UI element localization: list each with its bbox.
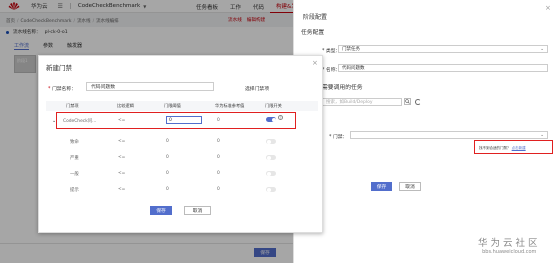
watermark-url: bbs.huaweicloud.com xyxy=(482,249,537,255)
col-threshold: 门限阈值 xyxy=(164,103,181,108)
gate-switch-toggle[interactable] xyxy=(266,117,276,122)
row-reference: 0 xyxy=(217,155,220,160)
row-logic: <= xyxy=(118,155,126,160)
row-logic: <= xyxy=(118,187,126,192)
threshold-input[interactable]: 0 xyxy=(166,116,202,124)
row-reference: 0 xyxy=(217,139,220,144)
chevron-down-icon: ⌄ xyxy=(540,47,544,52)
gate-name-value: 代码问题数 xyxy=(91,85,115,90)
dialog-cancel-button[interactable]: 取消 xyxy=(184,206,211,215)
gate-switch-toggle[interactable] xyxy=(266,187,276,192)
gate-label: * 门禁： xyxy=(329,135,348,140)
gate-switch-toggle[interactable] xyxy=(266,171,276,176)
dialog-title: 新建门禁 xyxy=(46,64,72,72)
panel-title: 阶段配置 xyxy=(303,14,328,21)
type-select[interactable]: 门禁任务 ⌄ xyxy=(338,45,548,53)
col-reference: 华为标准参考值 xyxy=(215,103,245,108)
row-gate-item: 严重 xyxy=(70,156,79,161)
row-threshold[interactable]: 0 xyxy=(166,187,169,192)
row-gate-item: 提示 xyxy=(70,188,79,193)
gate-name-input[interactable]: 代码问题数 xyxy=(86,82,214,91)
row-threshold[interactable]: 0 xyxy=(166,139,169,144)
gate-name-label: * 门禁名称： xyxy=(48,87,76,92)
panel-cancel-button[interactable]: 取消 xyxy=(399,182,421,191)
row-gate-item: 致命 xyxy=(70,140,79,145)
type-value: 门禁任务 xyxy=(342,47,360,52)
select-gate-items-link[interactable]: 选择门禁项 xyxy=(245,85,269,92)
highlight-frame xyxy=(474,140,553,154)
row-threshold[interactable]: 0 xyxy=(166,171,169,176)
col-switch: 门限开关 xyxy=(265,103,282,108)
col-gate-item: 门禁项 xyxy=(66,103,79,108)
task-search-input[interactable]: 搜索，如Build/Deploy xyxy=(322,98,402,106)
row-reference: 0 xyxy=(217,118,220,123)
panel-save-button[interactable]: 保存 xyxy=(371,182,392,191)
help-icon[interactable]: ? xyxy=(278,115,283,120)
close-icon[interactable]: × xyxy=(312,59,548,67)
search-icon[interactable] xyxy=(404,98,411,105)
gate-switch-toggle[interactable] xyxy=(266,155,276,160)
task-config-heading: 任务配置 xyxy=(301,30,325,36)
row-logic: <= xyxy=(118,139,126,144)
dialog-save-button[interactable]: 保存 xyxy=(150,206,172,215)
dependent-tasks-heading: 需要调用的任务 xyxy=(322,85,363,91)
refresh-icon[interactable] xyxy=(415,99,421,105)
row-logic: <= xyxy=(118,171,126,176)
row-threshold[interactable]: 0 xyxy=(166,155,169,160)
gate-select[interactable]: ⌄ xyxy=(350,131,548,139)
gate-switch-toggle[interactable] xyxy=(266,139,276,144)
row-logic: <= xyxy=(118,118,126,123)
watermark: 华为云社区 bbs.huaweicloud.com xyxy=(478,235,541,255)
row-gate-item: CodeCheck问... xyxy=(63,119,97,124)
row-gate-item: 一般 xyxy=(70,172,79,177)
watermark-text: 华为云社区 xyxy=(478,238,541,249)
row-reference: 0 xyxy=(217,187,220,192)
col-compare: 比较逻辑 xyxy=(117,103,134,108)
chevron-down-icon: ⌄ xyxy=(540,133,544,138)
close-icon[interactable]: × xyxy=(545,4,551,12)
search-placeholder: 搜索，如Build/Deploy xyxy=(326,100,373,105)
row-reference: 0 xyxy=(217,171,220,176)
